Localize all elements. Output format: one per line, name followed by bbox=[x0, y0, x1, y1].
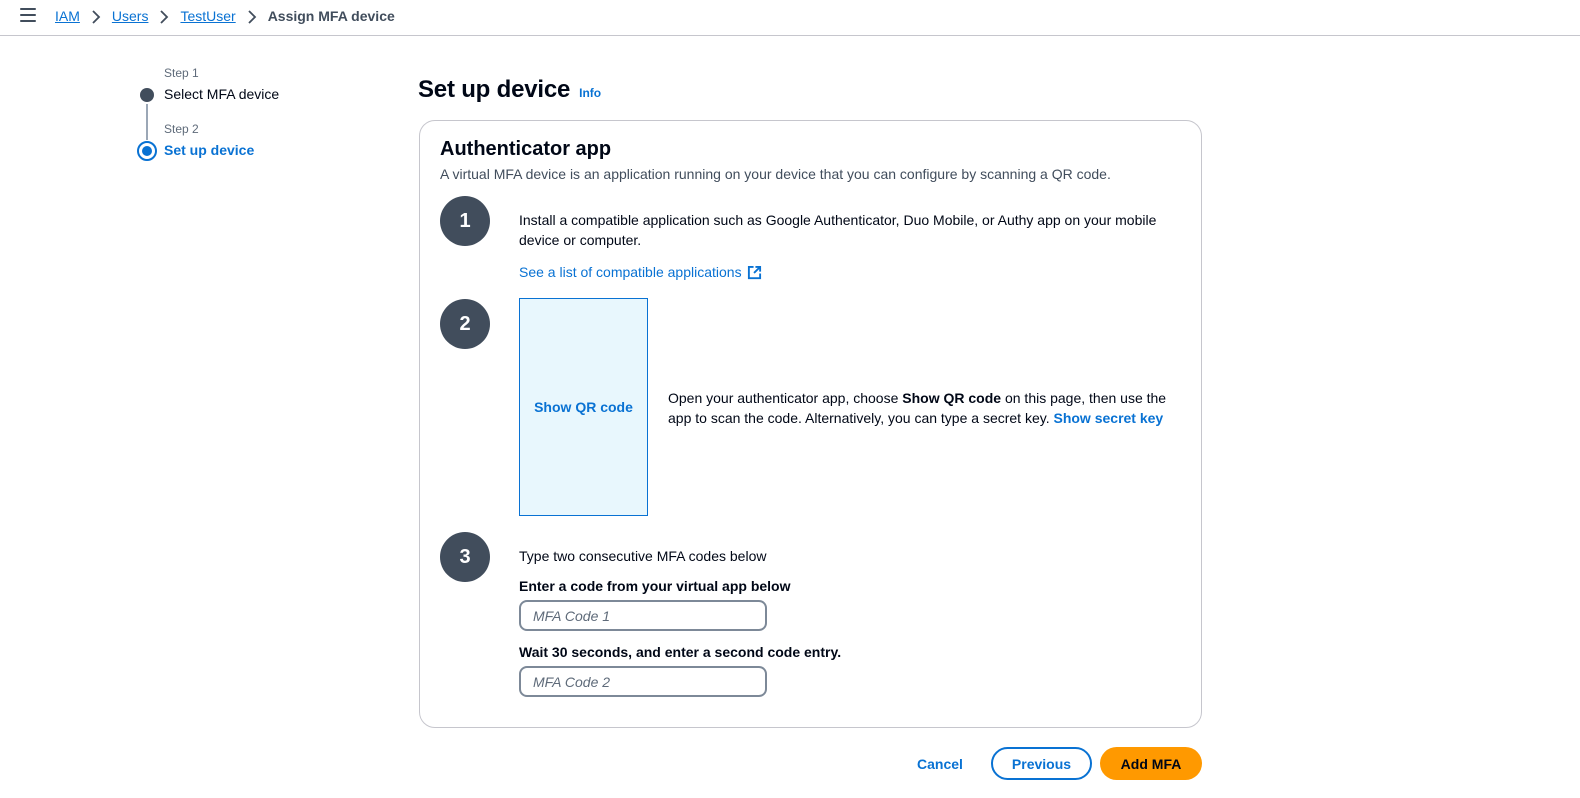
mfa-code-2-input[interactable] bbox=[519, 666, 767, 697]
page-title: Set up device bbox=[418, 76, 571, 103]
external-link-icon bbox=[747, 265, 761, 279]
breadcrumb-iam-link[interactable]: IAM bbox=[55, 8, 80, 24]
mfa-code-2-label: Wait 30 seconds, and enter a second code… bbox=[519, 644, 842, 660]
compatible-applications-link[interactable]: See a list of compatible applications bbox=[519, 264, 762, 280]
wizard-step-2: Step 2 Set up device bbox=[137, 122, 357, 178]
breadcrumb: IAM Users TestUser Assign MFA device bbox=[55, 7, 395, 25]
step-2-text-part: Open your authenticator app, choose bbox=[668, 390, 903, 406]
step-2-text-bold: Show QR code bbox=[902, 390, 1002, 406]
info-link[interactable]: Info bbox=[579, 86, 601, 100]
chevron-right-icon bbox=[236, 8, 268, 24]
compatible-applications-link-label: See a list of compatible applications bbox=[519, 264, 742, 280]
hamburger-menu-icon[interactable] bbox=[20, 8, 36, 22]
mfa-code-1-label: Enter a code from your virtual app below bbox=[519, 578, 791, 594]
show-qr-code-button[interactable]: Show QR code bbox=[534, 399, 633, 415]
step-3-heading: Type two consecutive MFA codes below bbox=[519, 548, 767, 564]
chevron-right-icon bbox=[80, 8, 112, 24]
container-description: A virtual MFA device is an application r… bbox=[440, 166, 1111, 182]
chevron-right-icon bbox=[148, 8, 180, 24]
add-mfa-button[interactable]: Add MFA bbox=[1100, 747, 1202, 780]
cancel-button[interactable]: Cancel bbox=[905, 748, 975, 780]
step-2-number-badge: 2 bbox=[440, 299, 490, 349]
show-qr-code-area[interactable]: Show QR code bbox=[519, 298, 648, 516]
step-number-label: Step 1 bbox=[164, 66, 199, 80]
breadcrumb-testuser-link[interactable]: TestUser bbox=[180, 8, 235, 24]
step-3-number-badge: 3 bbox=[440, 532, 490, 582]
step-1-instructions: Install a compatible application such as… bbox=[519, 212, 1157, 248]
mfa-code-1-input[interactable] bbox=[519, 600, 767, 631]
step-title: Select MFA device bbox=[164, 86, 280, 102]
top-navigation-bar: IAM Users TestUser Assign MFA device bbox=[0, 0, 1580, 36]
page-header: Set up device Info bbox=[418, 76, 601, 104]
wizard-step-1[interactable]: Step 1 Select MFA device bbox=[137, 66, 357, 122]
wizard-steps: Step 1 Select MFA device Step 2 Set up d… bbox=[137, 66, 357, 178]
step-title: Set up device bbox=[164, 142, 255, 158]
step-number-label: Step 2 bbox=[164, 122, 199, 136]
breadcrumb-current-page: Assign MFA device bbox=[267, 8, 395, 24]
previous-button[interactable]: Previous bbox=[991, 747, 1092, 780]
step-2-instructions: Open your authenticator app, choose Show… bbox=[668, 388, 1178, 428]
container-title: Authenticator app bbox=[440, 138, 612, 160]
breadcrumb-users-link[interactable]: Users bbox=[112, 8, 149, 24]
show-secret-key-link[interactable]: Show secret key bbox=[1053, 410, 1163, 426]
authenticator-app-container: Authenticator app A virtual MFA device i… bbox=[419, 120, 1202, 728]
step-1-number-badge: 1 bbox=[440, 196, 490, 246]
